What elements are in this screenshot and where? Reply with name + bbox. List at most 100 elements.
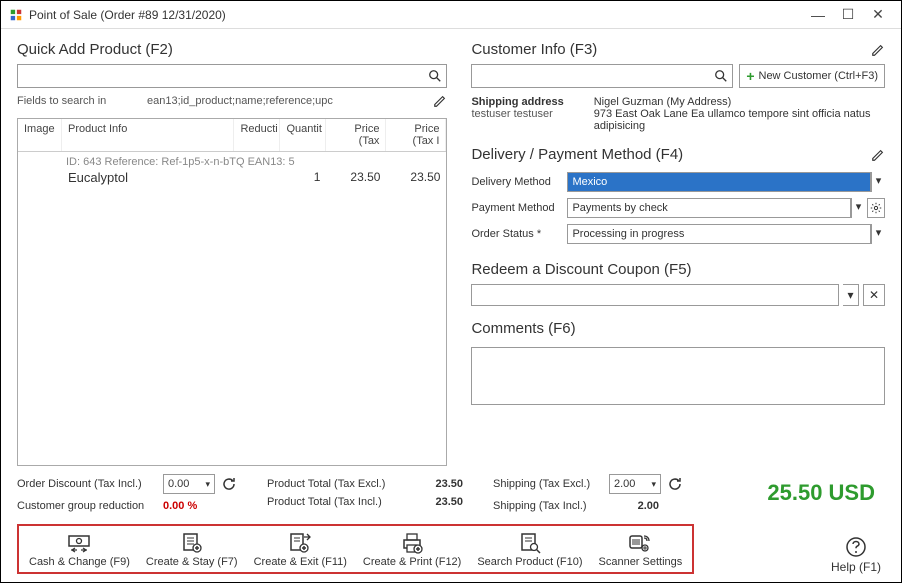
printer-icon bbox=[399, 532, 425, 554]
close-button[interactable]: ✕ bbox=[863, 6, 893, 23]
search-product-label: Search Product (F10) bbox=[477, 556, 582, 568]
pencil-icon[interactable] bbox=[871, 43, 885, 57]
col-image[interactable]: Image bbox=[18, 119, 62, 151]
customer-search-input[interactable] bbox=[476, 69, 710, 83]
cust-reduction-label: Customer group reduction bbox=[17, 500, 157, 512]
coupon-title: Redeem a Discount Coupon (F5) bbox=[471, 261, 691, 278]
order-discount-label: Order Discount (Tax Incl.) bbox=[17, 478, 157, 490]
titlebar: Point of Sale (Order #89 12/31/2020) — ☐… bbox=[1, 1, 901, 29]
row-meta: ID: 643 Reference: Ref-1p5-x-n-bTQ EAN13… bbox=[18, 154, 446, 168]
prod-total-incl-value: 23.50 bbox=[413, 496, 463, 508]
maximize-button[interactable]: ☐ bbox=[833, 6, 863, 23]
col-product-info[interactable]: Product Info bbox=[62, 119, 234, 151]
shipping-incl-value: 2.00 bbox=[609, 500, 659, 512]
prod-total-incl-label: Product Total (Tax Incl.) bbox=[267, 496, 407, 508]
help-label: Help (F1) bbox=[831, 560, 881, 574]
create-exit-label: Create & Exit (F11) bbox=[254, 556, 347, 568]
shipping-incl-label: Shipping (Tax Incl.) bbox=[493, 500, 603, 512]
chevron-down-icon[interactable]: ▾ bbox=[871, 172, 885, 192]
scanner-settings-button[interactable]: Scanner Settings bbox=[599, 532, 683, 568]
fields-value: ean13;id_product;name;reference;upc bbox=[147, 95, 433, 107]
comments-title: Comments (F6) bbox=[471, 320, 575, 337]
app-icon bbox=[9, 8, 23, 22]
col-quantity[interactable]: Quantit bbox=[280, 119, 326, 151]
action-toolbar: Cash & Change (F9) Create & Stay (F7) Cr… bbox=[17, 524, 694, 574]
plus-icon: + bbox=[746, 68, 754, 84]
customer-info-title: Customer Info (F3) bbox=[471, 41, 597, 58]
prod-total-excl-label: Product Total (Tax Excl.) bbox=[267, 478, 407, 490]
order-status-select[interactable]: Processing in progress bbox=[567, 224, 871, 244]
delivery-method-select[interactable]: Mexico bbox=[567, 172, 871, 192]
comments-textarea[interactable] bbox=[471, 347, 885, 405]
order-status-value: Processing in progress bbox=[572, 228, 684, 240]
pos-window: Point of Sale (Order #89 12/31/2020) — ☐… bbox=[0, 0, 902, 583]
search-icon[interactable] bbox=[714, 69, 728, 83]
order-discount-input[interactable]: 0.00▾ bbox=[163, 474, 215, 494]
col-price-tax-incl[interactable]: Price (Tax I bbox=[386, 119, 446, 151]
order-status-label: Order Status * bbox=[471, 228, 567, 240]
scanner-icon bbox=[627, 532, 653, 554]
row-price-incl: 23.50 bbox=[380, 170, 440, 185]
search-product-button[interactable]: Search Product (F10) bbox=[477, 532, 582, 568]
cust-reduction-value: 0.00 % bbox=[163, 500, 197, 512]
quick-add-input[interactable] bbox=[22, 69, 424, 83]
new-customer-button[interactable]: + New Customer (Ctrl+F3) bbox=[739, 64, 885, 88]
grid-header: Image Product Info Reducti Quantit Price… bbox=[18, 119, 446, 152]
create-print-label: Create & Print (F12) bbox=[363, 556, 461, 568]
coupon-clear-button[interactable]: ✕ bbox=[863, 284, 885, 306]
payment-method-label: Payment Method bbox=[471, 202, 567, 214]
shipping-name: Nigel Guzman (My Address) bbox=[594, 96, 885, 108]
shipping-address-label: Shipping address bbox=[471, 96, 563, 108]
pencil-icon[interactable] bbox=[433, 94, 447, 108]
prod-total-excl-value: 23.50 bbox=[413, 478, 463, 490]
shipping-excl-label: Shipping (Tax Excl.) bbox=[493, 478, 603, 490]
payment-method-select[interactable]: Payments by check bbox=[567, 198, 851, 218]
new-customer-label: New Customer (Ctrl+F3) bbox=[759, 70, 879, 82]
quick-add-title: Quick Add Product (F2) bbox=[17, 41, 173, 58]
create-stay-label: Create & Stay (F7) bbox=[146, 556, 238, 568]
customer-search[interactable] bbox=[471, 64, 733, 88]
chevron-down-icon[interactable]: ▾ bbox=[871, 224, 885, 244]
cash-change-button[interactable]: Cash & Change (F9) bbox=[29, 532, 130, 568]
table-row[interactable]: ID: 643 Reference: Ref-1p5-x-n-bTQ EAN13… bbox=[18, 152, 446, 189]
shipping-address: 973 East Oak Lane Ea ullamco tempore sin… bbox=[594, 108, 885, 132]
coupon-input[interactable] bbox=[471, 284, 839, 306]
shipping-user: testuser testuser bbox=[471, 108, 563, 120]
payment-method-value: Payments by check bbox=[572, 202, 667, 214]
create-stay-button[interactable]: Create & Stay (F7) bbox=[146, 532, 238, 568]
gear-icon bbox=[870, 202, 882, 214]
minimize-button[interactable]: — bbox=[803, 7, 833, 23]
search-icon[interactable] bbox=[428, 69, 442, 83]
pencil-icon[interactable] bbox=[871, 148, 885, 162]
quick-add-search[interactable] bbox=[17, 64, 447, 88]
col-reduction[interactable]: Reducti bbox=[234, 119, 280, 151]
scanner-settings-label: Scanner Settings bbox=[599, 556, 683, 568]
refresh-icon[interactable] bbox=[667, 476, 683, 492]
cash-change-label: Cash & Change (F9) bbox=[29, 556, 130, 568]
shipping-input[interactable]: 2.00▾ bbox=[609, 474, 661, 494]
doc-search-icon bbox=[517, 532, 543, 554]
doc-plus-icon bbox=[179, 532, 205, 554]
refresh-icon[interactable] bbox=[221, 476, 237, 492]
doc-exit-icon bbox=[287, 532, 313, 554]
chevron-down-icon[interactable]: ▾ bbox=[843, 284, 859, 306]
create-print-button[interactable]: Create & Print (F12) bbox=[363, 532, 461, 568]
cash-icon bbox=[66, 532, 92, 554]
help-button[interactable]: Help (F1) bbox=[831, 536, 885, 574]
product-grid: Image Product Info Reducti Quantit Price… bbox=[17, 118, 447, 466]
row-qty: 1 bbox=[274, 170, 320, 185]
col-price-tax-excl[interactable]: Price (Tax bbox=[326, 119, 386, 151]
delivery-method-value: Mexico bbox=[572, 176, 607, 188]
payment-settings-button[interactable] bbox=[867, 198, 885, 218]
help-icon bbox=[845, 536, 867, 558]
row-product-name: Eucalyptol bbox=[68, 170, 228, 185]
window-title: Point of Sale (Order #89 12/31/2020) bbox=[29, 8, 803, 22]
delivery-method-label: Delivery Method bbox=[471, 176, 567, 188]
delivery-payment-title: Delivery / Payment Method (F4) bbox=[471, 146, 683, 163]
totals-bar: Order Discount (Tax Incl.) 0.00▾ Custome… bbox=[1, 466, 901, 520]
fields-label: Fields to search in bbox=[17, 95, 147, 107]
grand-total: 25.50 USD bbox=[767, 480, 885, 506]
row-price-excl: 23.50 bbox=[320, 170, 380, 185]
chevron-down-icon[interactable]: ▾ bbox=[851, 198, 865, 218]
create-exit-button[interactable]: Create & Exit (F11) bbox=[254, 532, 347, 568]
